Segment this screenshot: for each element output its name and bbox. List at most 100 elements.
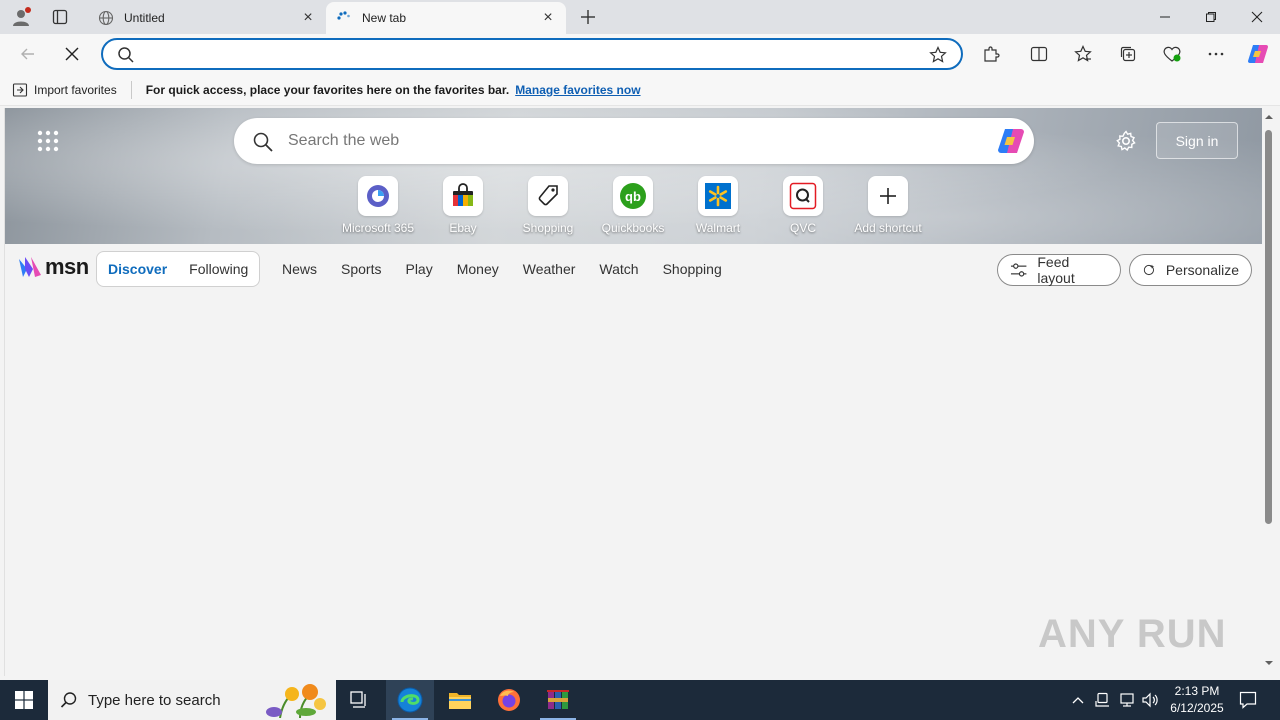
feed-layout-label: Feed layout	[1037, 254, 1075, 286]
shortcut-label: Microsoft 365	[341, 221, 415, 235]
close-tab-icon[interactable]: ×	[300, 9, 316, 26]
loading-spinner-icon	[336, 10, 352, 26]
search-icon	[118, 47, 134, 63]
sign-in-button[interactable]: Sign in	[1156, 122, 1238, 159]
msn-link-sports[interactable]: Sports	[341, 261, 381, 277]
svg-text:qb: qb	[625, 189, 641, 204]
extensions-button[interactable]	[977, 40, 1005, 68]
add-shortcut-button[interactable]: Add shortcut	[845, 176, 931, 235]
msn-link-news[interactable]: News	[282, 261, 317, 277]
walmart-icon	[705, 183, 731, 209]
globe-icon	[98, 10, 114, 26]
shortcut-qvc[interactable]: QVC	[760, 176, 846, 235]
show-hidden-icons-button[interactable]	[1068, 680, 1088, 720]
shortcut-quickbooks[interactable]: qb Quickbooks	[590, 176, 676, 235]
collections-button[interactable]	[1114, 40, 1142, 68]
task-view-button[interactable]	[336, 680, 384, 720]
search-icon	[253, 132, 273, 152]
shortcut-label: QVC	[789, 221, 816, 235]
more-dots-icon	[1208, 52, 1224, 56]
favorites-bar-message: For quick access, place your favorites h…	[145, 82, 510, 97]
restore-button[interactable]	[1188, 0, 1234, 34]
page-scrollbar[interactable]	[1262, 108, 1276, 676]
restore-icon	[1206, 12, 1216, 22]
import-favorites-label: Import favorites	[34, 82, 117, 97]
msn-link-weather[interactable]: Weather	[523, 261, 576, 277]
start-button[interactable]	[0, 680, 48, 720]
copilot-button[interactable]	[1244, 40, 1272, 68]
stop-loading-button[interactable]	[58, 40, 86, 68]
tab-discover[interactable]: Discover	[97, 261, 178, 277]
scrollbar-thumb[interactable]	[1265, 130, 1272, 524]
close-icon	[65, 47, 79, 61]
apps-launcher-button[interactable]	[37, 130, 59, 152]
windows-taskbar: Type here to search 2:13 PM 6/12/2025	[0, 680, 1280, 720]
tab-untitled[interactable]: Untitled ×	[88, 2, 326, 34]
page-settings-button[interactable]	[1115, 130, 1137, 152]
back-button[interactable]	[14, 40, 42, 68]
heart-pulse-icon	[1163, 46, 1181, 62]
tray-network-button[interactable]	[1117, 680, 1137, 720]
new-tab-button[interactable]	[576, 5, 600, 29]
back-arrow-icon	[21, 48, 34, 60]
taskbar-search-box[interactable]: Type here to search	[48, 680, 336, 720]
profile-button[interactable]	[8, 5, 34, 29]
import-icon	[12, 82, 28, 97]
notification-icon	[1239, 691, 1257, 709]
action-center-button[interactable]	[1236, 680, 1260, 720]
meet-now-icon	[1095, 692, 1109, 707]
browser-toolbar	[0, 34, 1280, 74]
windows-logo-icon	[15, 691, 33, 709]
browser-essentials-button[interactable]	[1158, 40, 1186, 68]
scroll-down-arrow-icon[interactable]	[1264, 658, 1274, 668]
shortcut-ebay[interactable]: Ebay	[420, 176, 506, 235]
personalize-button[interactable]: Personalize	[1129, 254, 1252, 286]
manage-favorites-link[interactable]: Manage favorites now	[515, 83, 640, 97]
tab-title: Untitled	[124, 11, 165, 25]
close-tab-icon[interactable]: ×	[540, 9, 556, 26]
shortcut-walmart[interactable]: Walmart	[675, 176, 761, 235]
task-view-icon	[350, 691, 366, 708]
taskbar-app-file-explorer[interactable]	[436, 680, 484, 720]
settings-more-button[interactable]	[1202, 40, 1230, 68]
msn-category-links: News Sports Play Money Weather Watch Sho…	[268, 261, 732, 277]
shortcut-label: Quickbooks	[601, 221, 665, 235]
shortcut-tile	[783, 176, 823, 216]
search-icon	[60, 692, 77, 708]
taskbar-clock[interactable]: 2:13 PM 6/12/2025	[1168, 683, 1226, 717]
tray-meet-now-button[interactable]	[1093, 680, 1113, 720]
feed-layout-button[interactable]: Feed layout	[997, 254, 1121, 286]
copilot-icon	[1248, 45, 1268, 63]
msn-link-shopping[interactable]: Shopping	[663, 261, 722, 277]
tab-actions-button[interactable]	[46, 5, 74, 29]
web-search-box	[234, 118, 1034, 164]
ebay-icon	[453, 183, 473, 206]
split-screen-button[interactable]	[1025, 40, 1053, 68]
address-bar[interactable]	[101, 38, 963, 70]
add-favorite-star-icon[interactable]	[929, 46, 947, 64]
taskbar-app-winrar[interactable]	[534, 680, 582, 720]
shortcut-shopping[interactable]: Shopping	[505, 176, 591, 235]
scroll-up-arrow-icon[interactable]	[1264, 112, 1274, 122]
web-search-input[interactable]	[288, 126, 968, 156]
msn-logo[interactable]: msn	[17, 254, 89, 280]
import-favorites-button[interactable]: Import favorites	[12, 82, 117, 98]
tab-strip: Untitled × New tab ×	[0, 0, 1280, 34]
gear-icon	[1116, 130, 1136, 152]
minimize-button[interactable]	[1142, 0, 1188, 34]
taskbar-app-firefox[interactable]	[485, 680, 533, 720]
msn-link-money[interactable]: Money	[457, 261, 499, 277]
tray-volume-button[interactable]	[1141, 680, 1161, 720]
close-window-button[interactable]	[1234, 0, 1280, 34]
plus-icon	[880, 188, 896, 204]
copilot-icon[interactable]	[996, 126, 1026, 156]
tab-new-tab[interactable]: New tab ×	[326, 2, 566, 34]
msn-link-play[interactable]: Play	[405, 261, 432, 277]
tab-following[interactable]: Following	[178, 261, 259, 277]
shortcut-microsoft-365[interactable]: Microsoft 365	[335, 176, 421, 235]
taskbar-app-edge[interactable]	[386, 680, 434, 720]
favorites-button[interactable]	[1069, 40, 1097, 68]
watermark: ANY RUN	[1038, 612, 1227, 656]
msn-link-watch[interactable]: Watch	[599, 261, 638, 277]
clock-time: 2:13 PM	[1174, 684, 1220, 698]
